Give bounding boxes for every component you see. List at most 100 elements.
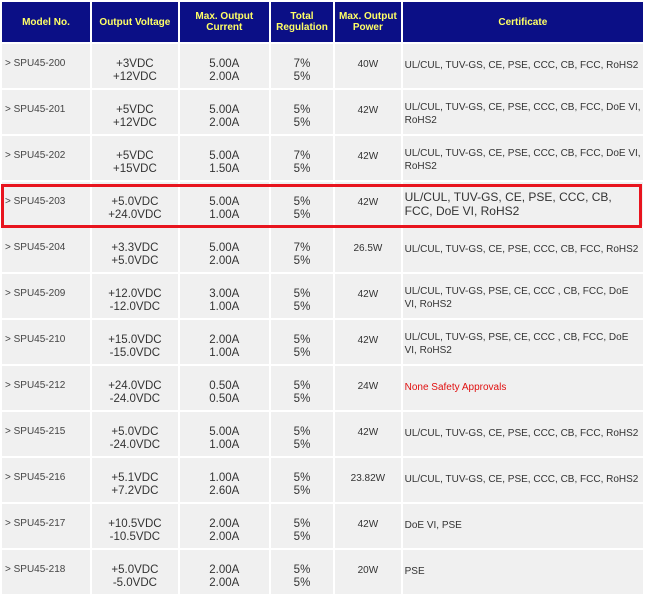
output-power-cell: 42W bbox=[335, 274, 401, 318]
output-voltage-cell: +5.0VDC -5.0VDC bbox=[91, 550, 178, 594]
header-max-output-power: Max. Output Power bbox=[335, 2, 401, 42]
regulation-2: 5% bbox=[293, 393, 311, 405]
regulation-2: 5% bbox=[293, 531, 311, 543]
model-link[interactable]: > SPU45-204 bbox=[2, 228, 90, 272]
voltage-1: +5.0VDC bbox=[111, 564, 159, 576]
regulation-1: 7% bbox=[293, 58, 311, 70]
voltage-2: -10.5VDC bbox=[109, 531, 161, 543]
regulation-1: 7% bbox=[293, 150, 311, 162]
output-voltage-cell: +5.0VDC -24.0VDC bbox=[91, 412, 178, 456]
model-link[interactable]: > SPU45-218 bbox=[2, 550, 90, 594]
header-total-regulation: Total Regulation bbox=[270, 2, 334, 42]
model-link[interactable]: > SPU45-201 bbox=[2, 90, 90, 134]
certificate-cell: UL/CUL, TUV-GS, PSE, CE, CCC , CB, FCC, … bbox=[402, 274, 643, 318]
output-voltage-cell: +5VDC +15VDC bbox=[91, 136, 178, 180]
table-row: > SPU45-212 +24.0VDC -24.0VDC 0.50A 0.50A … bbox=[2, 366, 643, 410]
regulation-cell: 5% 5% bbox=[270, 366, 334, 410]
voltage-1: +5VDC bbox=[116, 104, 154, 116]
output-current-cell: 3.00A 1.00A bbox=[179, 274, 269, 318]
current-1: 1.00A bbox=[209, 472, 240, 484]
output-power-cell: 40W bbox=[335, 44, 401, 88]
table-row: > SPU45-200 +3VDC +12VDC 5.00A 2.00A 7% 5% … bbox=[2, 44, 643, 88]
certificate-cell: UL/CUL, TUV-GS, CE, PSE, CCC, CB, FCC, R… bbox=[402, 228, 643, 272]
current-2: 2.00A bbox=[209, 255, 240, 267]
output-current-cell: 5.00A 1.50A bbox=[179, 136, 269, 180]
current-2: 0.50A bbox=[209, 393, 240, 405]
table-row: > SPU45-204 +3.3VDC +5.0VDC 5.00A 2.00A 7%… bbox=[2, 228, 643, 272]
table-row: > SPU45-202 +5VDC +15VDC 5.00A 1.50A 7% 5% … bbox=[2, 136, 643, 180]
model-link[interactable]: > SPU45-212 bbox=[2, 366, 90, 410]
certificate-cell: UL/CUL, TUV-GS, CE, PSE, CCC, CB, FCC, R… bbox=[402, 44, 643, 88]
output-current-cell: 2.00A 2.00A bbox=[179, 504, 269, 548]
model-link[interactable]: > SPU45-215 bbox=[2, 412, 90, 456]
voltage-1: +24.0VDC bbox=[108, 380, 162, 392]
output-current-cell: 5.00A 2.00A bbox=[179, 90, 269, 134]
voltage-2: +12VDC bbox=[112, 71, 157, 83]
output-voltage-cell: +5.0VDC +24.0VDC bbox=[91, 182, 178, 226]
model-link[interactable]: > SPU45-209 bbox=[2, 274, 90, 318]
output-power-cell: 42W bbox=[335, 90, 401, 134]
output-current-cell: 5.00A 1.00A bbox=[179, 412, 269, 456]
output-voltage-cell: +10.5VDC -10.5VDC bbox=[91, 504, 178, 548]
regulation-2: 5% bbox=[293, 301, 311, 313]
regulation-1: 5% bbox=[293, 104, 311, 116]
current-2: 1.00A bbox=[209, 347, 240, 359]
header-output-voltage: Output Voltage bbox=[91, 2, 178, 42]
model-link[interactable]: > SPU45-203 bbox=[2, 182, 90, 226]
certificate-cell: UL/CUL, TUV-GS, CE, PSE, CCC, CB, FCC, R… bbox=[402, 458, 643, 502]
current-1: 5.00A bbox=[209, 242, 240, 254]
output-voltage-cell: +12.0VDC -12.0VDC bbox=[91, 274, 178, 318]
voltage-1: +15.0VDC bbox=[108, 334, 162, 346]
model-link[interactable]: > SPU45-210 bbox=[2, 320, 90, 364]
regulation-2: 5% bbox=[293, 71, 311, 83]
model-link[interactable]: > SPU45-202 bbox=[2, 136, 90, 180]
voltage-2: +7.2VDC bbox=[111, 485, 159, 497]
voltage-1: +5.0VDC bbox=[111, 426, 159, 438]
voltage-2: +5.0VDC bbox=[111, 255, 159, 267]
current-1: 3.00A bbox=[209, 288, 240, 300]
voltage-2: +12VDC bbox=[112, 117, 157, 129]
voltage-2: -24.0VDC bbox=[109, 393, 161, 405]
certificate-cell: PSE bbox=[402, 550, 643, 594]
current-1: 2.00A bbox=[209, 334, 240, 346]
voltage-1: +3.3VDC bbox=[111, 242, 159, 254]
model-link[interactable]: > SPU45-217 bbox=[2, 504, 90, 548]
output-current-cell: 2.00A 2.00A bbox=[179, 550, 269, 594]
header-certificate: Certificate bbox=[402, 2, 643, 42]
current-2: 2.00A bbox=[209, 117, 240, 129]
output-current-cell: 1.00A 2.60A bbox=[179, 458, 269, 502]
current-1: 5.00A bbox=[209, 104, 240, 116]
current-1: 2.00A bbox=[209, 564, 240, 576]
certificate-cell: UL/CUL, TUV-GS, PSE, CE, CCC , CB, FCC, … bbox=[402, 320, 643, 364]
certificate-cell: DoE VI, PSE bbox=[402, 504, 643, 548]
voltage-1: +3VDC bbox=[116, 58, 154, 70]
model-link[interactable]: > SPU45-216 bbox=[2, 458, 90, 502]
voltage-2: +15VDC bbox=[112, 163, 157, 175]
current-2: 1.00A bbox=[209, 301, 240, 313]
regulation-cell: 5% 5% bbox=[270, 182, 334, 226]
current-1: 0.50A bbox=[209, 380, 240, 392]
regulation-cell: 5% 5% bbox=[270, 90, 334, 134]
regulation-1: 5% bbox=[293, 426, 311, 438]
current-1: 5.00A bbox=[209, 58, 240, 70]
output-power-cell: 42W bbox=[335, 320, 401, 364]
current-2: 2.00A bbox=[209, 71, 240, 83]
current-2: 1.00A bbox=[209, 209, 240, 221]
table-header-row: Model No. Output Voltage Max. Output Cur… bbox=[2, 2, 643, 42]
voltage-2: +24.0VDC bbox=[108, 209, 162, 221]
voltage-1: +5.1VDC bbox=[111, 472, 159, 484]
regulation-2: 5% bbox=[293, 255, 311, 267]
current-1: 5.00A bbox=[209, 196, 240, 208]
regulation-2: 5% bbox=[293, 439, 311, 451]
regulation-2: 5% bbox=[293, 117, 311, 129]
current-2: 1.00A bbox=[209, 439, 240, 451]
voltage-2: -24.0VDC bbox=[109, 439, 161, 451]
output-voltage-cell: +5.1VDC +7.2VDC bbox=[91, 458, 178, 502]
output-power-cell: 20W bbox=[335, 550, 401, 594]
output-voltage-cell: +5VDC +12VDC bbox=[91, 90, 178, 134]
model-link[interactable]: > SPU45-200 bbox=[2, 44, 90, 88]
regulation-1: 5% bbox=[293, 380, 311, 392]
regulation-cell: 5% 5% bbox=[270, 458, 334, 502]
regulation-cell: 5% 5% bbox=[270, 274, 334, 318]
output-current-cell: 5.00A 2.00A bbox=[179, 44, 269, 88]
